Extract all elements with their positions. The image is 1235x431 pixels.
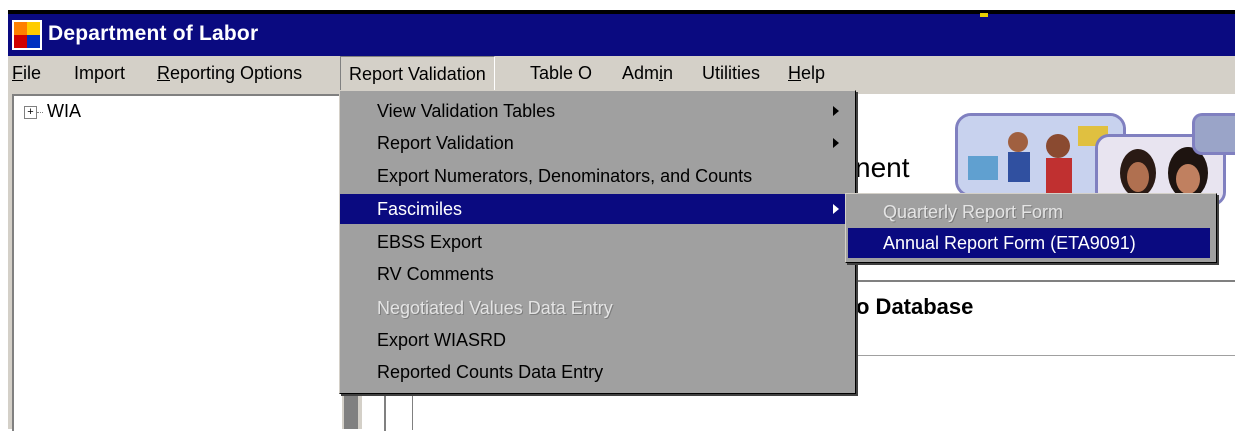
menu-item-label: Export Numerators, Denominators, and Cou… <box>377 166 753 186</box>
menu-item-label: EBSS Export <box>377 232 483 252</box>
tree-expand-icon[interactable]: + <box>24 106 37 119</box>
tree-pane <box>12 94 344 431</box>
title-bar-marker <box>980 13 988 17</box>
menu-table-o[interactable]: Table O <box>530 63 592 84</box>
menu-item-label: Report Validation <box>377 133 514 153</box>
submenu-item-annual-report[interactable]: Annual Report Form (ETA9091) <box>848 228 1210 258</box>
submenu-item-label: Annual Report Form (ETA9091) <box>883 233 1136 253</box>
menu-item-report-validation[interactable]: Report Validation <box>340 128 853 158</box>
app-window-icon <box>12 20 42 50</box>
menu-item-view-validation-tables[interactable]: View Validation Tables <box>340 96 853 126</box>
menu-help[interactable]: Help <box>788 63 825 84</box>
menu-import[interactable]: Import <box>74 63 125 84</box>
menu-item-label: RV Comments <box>377 264 494 284</box>
submenu-arrow-icon <box>833 138 839 148</box>
fascimiles-submenu: Quarterly Report Form Annual Report Form… <box>845 193 1217 263</box>
menu-item-label: Reported Counts Data Entry <box>377 362 604 382</box>
menu-item-label: Negotiated Values Data Entry <box>377 298 613 318</box>
submenu-item-quarterly-report: Quarterly Report Form <box>848 197 1210 227</box>
menu-item-fascimiles[interactable]: Fascimiles <box>340 194 853 224</box>
menu-item-label: View Validation Tables <box>377 101 556 121</box>
menu-item-ebss-export[interactable]: EBSS Export <box>340 227 853 257</box>
menu-report-validation[interactable]: Report Validation <box>340 56 495 92</box>
menu-item-export-wiasrd[interactable]: Export WIASRD <box>340 325 853 355</box>
menu-file[interactable]: File <box>12 63 41 84</box>
tree-connector <box>37 112 43 113</box>
page-heading: nent <box>855 152 910 183</box>
submenu-arrow-icon <box>833 106 839 116</box>
menu-reporting-options[interactable]: Reporting Options <box>157 63 302 84</box>
menu-item-negotiated-values: Negotiated Values Data Entry <box>340 293 853 323</box>
window-title: Department of Labor <box>48 22 259 45</box>
database-section-title: o Database <box>856 294 974 319</box>
submenu-arrow-icon <box>833 204 839 214</box>
menu-item-label: Export WIASRD <box>377 330 507 350</box>
menu-item-rv-comments[interactable]: RV Comments <box>340 259 853 289</box>
menu-item-export-numerators[interactable]: Export Numerators, Denominators, and Cou… <box>340 161 853 191</box>
menu-item-label: Fascimiles <box>377 199 463 219</box>
banner-photo-partial <box>1192 113 1235 155</box>
submenu-item-label: Quarterly Report Form <box>883 202 1064 222</box>
menu-item-reported-counts[interactable]: Reported Counts Data Entry <box>340 357 853 387</box>
report-validation-dropdown: View Validation Tables Report Validation… <box>339 90 856 394</box>
menu-utilities[interactable]: Utilities <box>702 63 760 84</box>
menu-admin[interactable]: Admin <box>622 63 673 84</box>
tree-node-wia[interactable]: WIA <box>47 101 81 122</box>
